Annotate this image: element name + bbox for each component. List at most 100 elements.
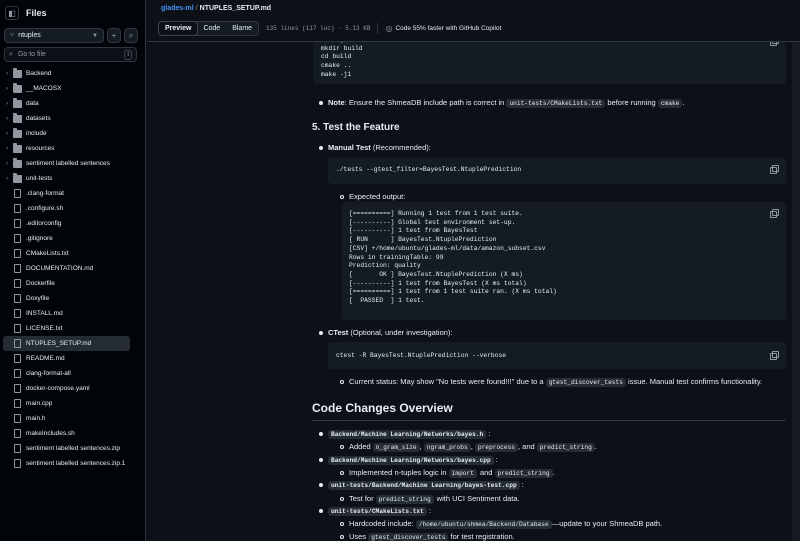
add-file-button[interactable]: + [107, 28, 121, 43]
description-text: —update to your ShmeaDB path. [551, 519, 663, 528]
scrollbar[interactable] [792, 42, 800, 541]
branch-name: ntuples [18, 32, 41, 39]
folder-icon [13, 128, 22, 138]
search-icon: ⌕ [128, 30, 134, 40]
tree-file-item[interactable]: Doxyfile [0, 291, 146, 306]
list-bullet [340, 195, 344, 199]
breadcrumb: glades-ml / NTUPLES_SETUP.md [147, 0, 800, 16]
inline-code: predict_string [536, 443, 595, 452]
file-icon [14, 414, 21, 423]
tree-file-item[interactable]: CMakeLists.txt [0, 246, 146, 261]
copy-icon[interactable] [769, 350, 779, 360]
tree-file-item[interactable]: sentiment labelled sentences.zip [0, 441, 146, 456]
tree-item-label: .configure.sh [26, 205, 64, 212]
copilot-promo-link[interactable]: ◎ Code 55% faster with GitHub Copilot [385, 24, 501, 33]
tree-item-label: clang-format-all [26, 370, 71, 377]
chevron-right-icon[interactable]: › [3, 116, 11, 122]
list-bullet [340, 471, 344, 475]
colon: : [495, 455, 498, 464]
manual-test-label: Manual Test (Recommended): [328, 143, 431, 152]
tree-file-item[interactable]: .editorconfig [0, 216, 146, 231]
list-bullet [340, 380, 344, 384]
tree-folder-item[interactable]: › datasets [0, 111, 146, 126]
copilot-promo-text: Code 55% faster with GitHub Copilot [395, 25, 502, 32]
go-to-file-input[interactable]: ⌕ Go to file t [4, 47, 137, 62]
tree-file-item[interactable]: .configure.sh [0, 201, 146, 216]
tab-blame[interactable]: Blame [226, 22, 258, 35]
list-bullet [340, 535, 344, 539]
tree-file-item[interactable]: clang-format-all [0, 366, 146, 381]
tree-item-label: Dockerfile [26, 280, 55, 287]
chevron-right-icon[interactable]: › [3, 176, 11, 182]
tree-folder-item[interactable]: › include [0, 126, 146, 141]
inline-code: n_gram_size [372, 443, 420, 452]
chevron-right-icon[interactable]: › [3, 161, 11, 167]
tree-file-item[interactable]: .gitignore [0, 231, 146, 246]
chevron-right-icon[interactable]: › [3, 101, 11, 107]
collapse-sidebar-button[interactable]: ◧ [5, 6, 19, 20]
plus-icon: + [111, 31, 117, 40]
changed-file-path: Backend/Machine Learning/Networks/bayes.… [328, 456, 494, 465]
status-text: Current status: May show "No tests were … [349, 377, 544, 386]
copy-icon[interactable] [769, 42, 779, 46]
status-paragraph: Current status: May show "No tests were … [349, 377, 763, 387]
tree-file-item[interactable]: Dockerfile [0, 276, 146, 291]
branch-selector[interactable]: ⑂ ntuples ▼ [4, 28, 104, 43]
tree-item-label: .clang-format [26, 190, 64, 197]
file-icon [14, 279, 21, 288]
chevron-right-icon[interactable]: › [3, 71, 11, 77]
file-icon [14, 444, 21, 453]
chevron-right-icon[interactable]: › [3, 86, 11, 92]
note-paragraph: Note: Ensure the ShmeaDB include path is… [328, 98, 685, 108]
section-heading: Code Changes Overview [312, 401, 453, 415]
search-button[interactable]: ⌕ [124, 28, 138, 43]
tree-item-label: .editorconfig [26, 220, 62, 227]
copy-icon[interactable] [769, 208, 779, 218]
inline-code: unit-tests/CMakeLists.txt [506, 99, 606, 108]
chevron-right-icon[interactable]: › [3, 146, 11, 152]
tree-file-item[interactable]: LICENSE.txt [0, 321, 146, 336]
change-description: Added n_gram_size, ngram_probs, preproce… [349, 442, 597, 452]
tree-file-item[interactable]: main.cpp [0, 396, 146, 411]
tab-preview[interactable]: Preview [158, 21, 199, 36]
file-icon [14, 219, 21, 228]
breadcrumb-separator: / [195, 4, 198, 12]
tree-folder-item[interactable]: › unit-tests [0, 171, 146, 186]
tree-file-item[interactable]: INSTALL.md [0, 306, 146, 321]
changed-file-path: unit-tests/Backend/Machine Learning/baye… [328, 481, 520, 490]
copy-icon[interactable] [769, 164, 779, 174]
tree-file-item[interactable]: NTUPLES_SETUP.md [3, 336, 130, 351]
note-text: . [682, 98, 685, 107]
tree-item-label: Backend [26, 70, 52, 77]
breadcrumb-repo-link[interactable]: glades-ml [161, 5, 194, 12]
inline-code: import [448, 469, 477, 478]
tree-folder-item[interactable]: › resources [0, 141, 146, 156]
ctest-title: CTest [328, 328, 349, 337]
folder-icon [13, 98, 22, 108]
status-text: issue. Manual test confirms functionalit… [628, 377, 763, 386]
tree-file-item[interactable]: makeIncludes.sh [0, 426, 146, 441]
tab-code[interactable]: Code [197, 22, 226, 35]
changed-file-item: Backend/Machine Learning/Networks/bayes.… [328, 455, 498, 465]
colon: : [488, 429, 491, 438]
go-to-file-placeholder: Go to file [17, 51, 46, 58]
tree-folder-item[interactable]: › data [0, 96, 146, 111]
tree-item-label: DOCUMENTATION.md [26, 265, 94, 272]
tree-folder-item[interactable]: › sentiment labelled sentences [0, 156, 146, 171]
tree-file-item[interactable]: docker-compose.yaml [0, 381, 146, 396]
sidebar-header: ◧ Files [0, 0, 145, 26]
tree-file-item[interactable]: .clang-format [0, 186, 146, 201]
folder-icon [13, 113, 22, 123]
toolbar-divider [377, 23, 379, 34]
tree-folder-item[interactable]: › Backend [0, 66, 146, 81]
tree-file-item[interactable]: main.h [0, 411, 146, 426]
chevron-right-icon[interactable]: › [3, 131, 11, 137]
tree-file-item[interactable]: README.md [0, 351, 146, 366]
description-text: with UCI Sentiment data. [436, 494, 520, 503]
tree-file-item[interactable]: sentiment labelled sentences.zip.1 [0, 456, 146, 471]
tree-file-item[interactable]: DOCUMENTATION.md [0, 261, 146, 276]
list-bullet [319, 458, 323, 462]
tree-folder-item[interactable]: › __MACOSX [0, 81, 146, 96]
description-text: , and [518, 442, 535, 451]
file-icon [14, 234, 21, 243]
